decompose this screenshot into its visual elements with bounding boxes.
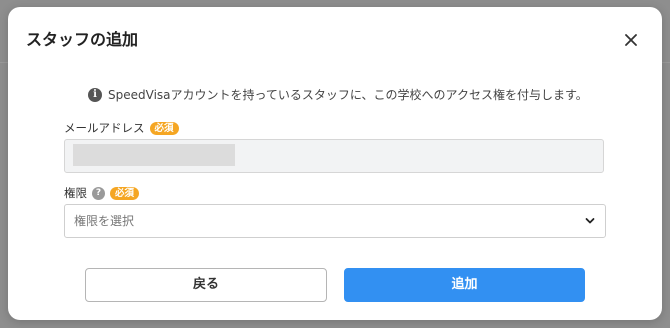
dialog-title: スタッフの追加 bbox=[26, 30, 139, 49]
add-staff-dialog: スタッフの追加 i SpeedVisaアカウントを持っているスタッフに、この学校… bbox=[8, 7, 662, 320]
redacted-email-value bbox=[73, 144, 235, 166]
info-message: i SpeedVisaアカウントを持っているスタッフに、この学校へのアクセス権を… bbox=[88, 87, 588, 103]
permission-label-text: 権限 bbox=[64, 186, 87, 200]
permission-select-placeholder: 権限を選択 bbox=[74, 214, 135, 228]
email-label: メールアドレス 必須 bbox=[64, 120, 179, 136]
question-icon[interactable]: ? bbox=[92, 186, 105, 200]
add-button[interactable]: 追加 bbox=[344, 268, 585, 302]
info-text: SpeedVisaアカウントを持っているスタッフに、この学校へのアクセス権を付与… bbox=[108, 88, 588, 102]
required-badge: 必須 bbox=[149, 121, 179, 135]
close-icon bbox=[620, 29, 642, 51]
email-field bbox=[64, 139, 604, 173]
required-badge: 必須 bbox=[110, 186, 140, 200]
permission-label: 権限 ? 必須 bbox=[64, 185, 140, 201]
chevron-down-icon bbox=[584, 215, 596, 227]
permission-select[interactable]: 権限を選択 bbox=[64, 204, 606, 238]
email-label-text: メールアドレス bbox=[64, 121, 145, 135]
close-button[interactable] bbox=[620, 29, 642, 51]
back-button[interactable]: 戻る bbox=[85, 268, 327, 302]
info-icon: i bbox=[88, 88, 102, 102]
